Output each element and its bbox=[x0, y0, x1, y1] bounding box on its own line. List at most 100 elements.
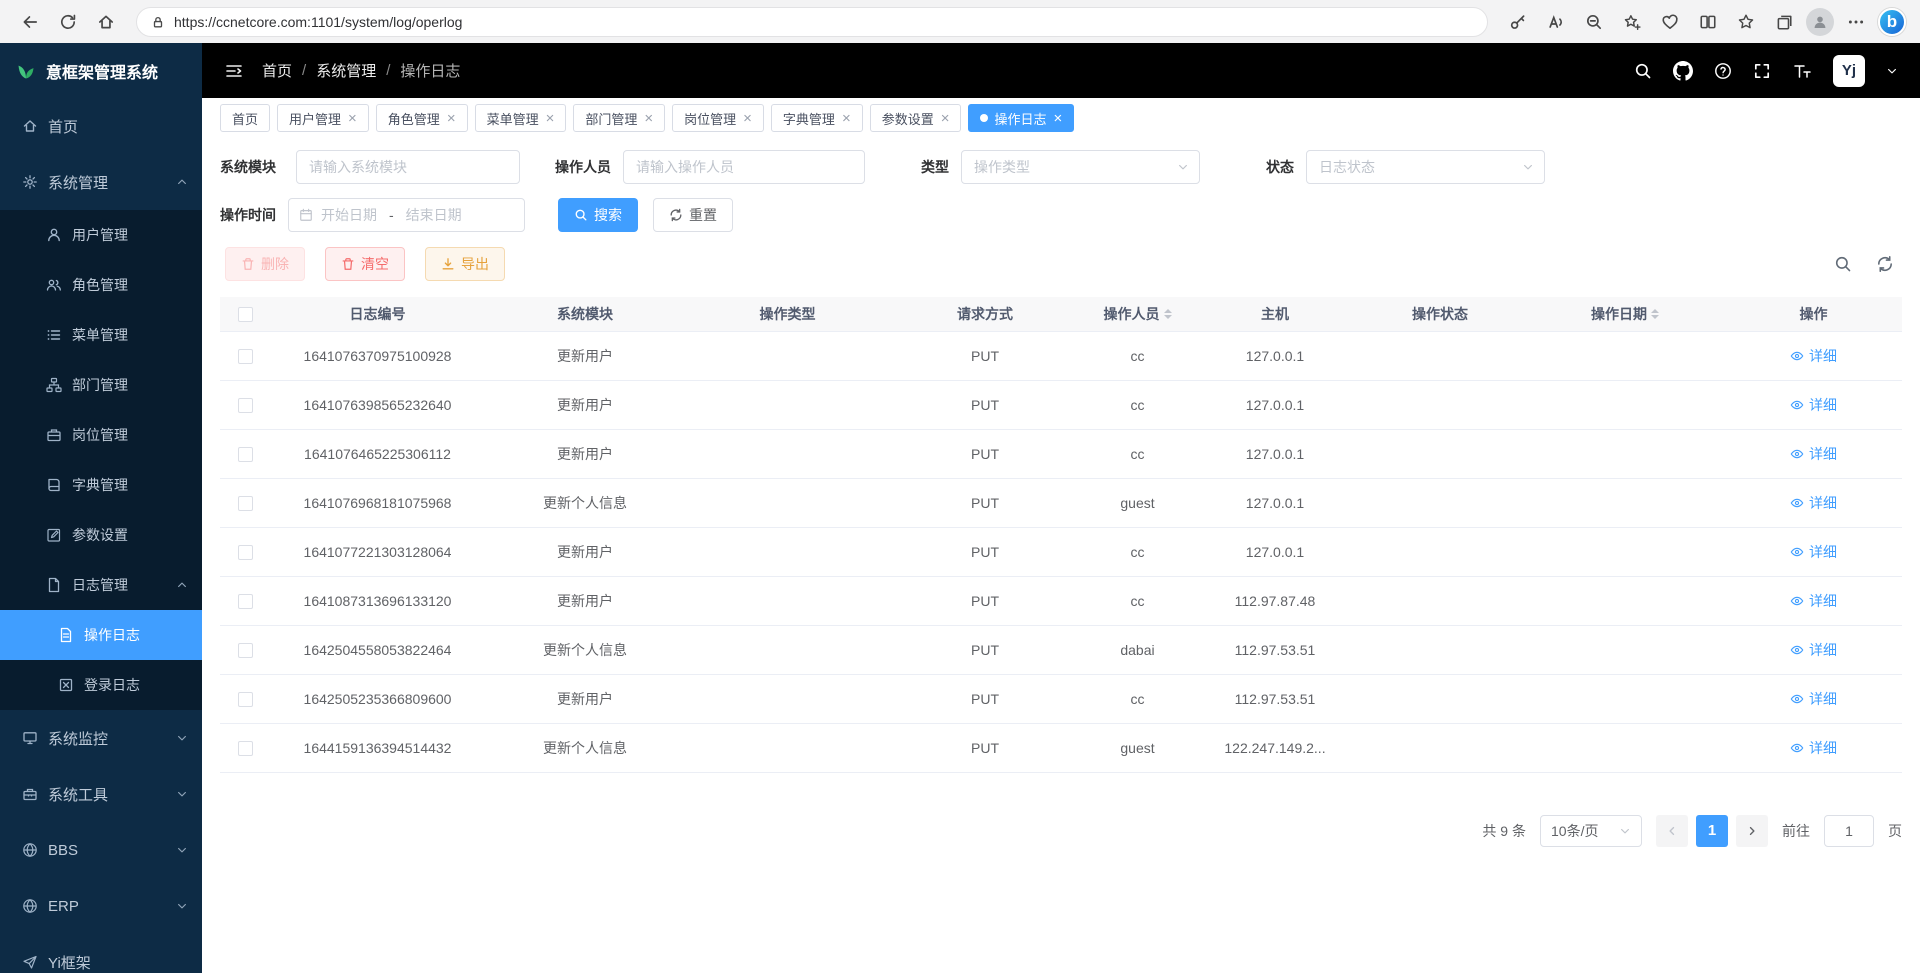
next-page-button[interactable] bbox=[1736, 815, 1768, 847]
row-checkbox[interactable] bbox=[238, 692, 253, 707]
sidebar-item-role[interactable]: 角色管理 bbox=[0, 260, 202, 310]
breadcrumb-system[interactable]: 系统管理 bbox=[316, 60, 376, 81]
detail-link[interactable]: 详细 bbox=[1790, 493, 1837, 513]
status-select[interactable]: 日志状态 bbox=[1306, 150, 1545, 184]
sidebar-item-menu[interactable]: 菜单管理 bbox=[0, 310, 202, 360]
clear-button[interactable]: 清空 bbox=[325, 247, 405, 281]
tab-role[interactable]: 角色管理× bbox=[376, 104, 468, 132]
row-checkbox[interactable] bbox=[238, 594, 253, 609]
cell-op-type bbox=[685, 478, 890, 527]
detail-link[interactable]: 详细 bbox=[1790, 689, 1837, 709]
tab-menu[interactable]: 菜单管理× bbox=[475, 104, 567, 132]
detail-link[interactable]: 详细 bbox=[1790, 591, 1837, 611]
detail-link[interactable]: 详细 bbox=[1790, 640, 1837, 660]
page-size-select[interactable]: 10条/页 bbox=[1540, 815, 1642, 847]
close-icon[interactable]: × bbox=[447, 111, 456, 126]
close-icon[interactable]: × bbox=[743, 111, 752, 126]
collections-icon[interactable] bbox=[1768, 6, 1800, 38]
fullscreen-icon[interactable] bbox=[1753, 62, 1771, 80]
date-range-picker[interactable]: 开始日期 - 结束日期 bbox=[288, 198, 525, 232]
export-button[interactable]: 导出 bbox=[425, 247, 505, 281]
operator-input[interactable] bbox=[623, 150, 865, 184]
profile-avatar-icon[interactable] bbox=[1806, 8, 1834, 36]
tab-dept[interactable]: 部门管理× bbox=[573, 104, 665, 132]
sidebar-item-monitor[interactable]: 系统监控 bbox=[0, 710, 202, 766]
detail-link[interactable]: 详细 bbox=[1790, 738, 1837, 758]
close-icon[interactable]: × bbox=[1054, 111, 1063, 126]
search-icon[interactable] bbox=[1634, 62, 1652, 80]
back-icon[interactable] bbox=[14, 6, 46, 38]
close-icon[interactable]: × bbox=[348, 111, 357, 126]
zoom-out-icon[interactable] bbox=[1578, 6, 1610, 38]
row-checkbox[interactable] bbox=[238, 643, 253, 658]
read-aloud-icon[interactable] bbox=[1540, 6, 1572, 38]
sidebar-item-home[interactable]: 首页 bbox=[0, 98, 202, 154]
col-date[interactable]: 操作日期 bbox=[1525, 297, 1725, 331]
type-select[interactable]: 操作类型 bbox=[961, 150, 1200, 184]
row-checkbox[interactable] bbox=[238, 545, 253, 560]
sidebar-item-system[interactable]: 系统管理 bbox=[0, 154, 202, 210]
close-icon[interactable]: × bbox=[644, 111, 653, 126]
split-screen-icon[interactable] bbox=[1692, 6, 1724, 38]
tab-post[interactable]: 岗位管理× bbox=[672, 104, 764, 132]
row-checkbox[interactable] bbox=[238, 496, 253, 511]
search-button[interactable]: 搜索 bbox=[558, 198, 638, 232]
menu-collapse-icon[interactable] bbox=[224, 61, 244, 81]
sidebar-item-bbs[interactable]: BBS bbox=[0, 822, 202, 878]
goto-page-input[interactable] bbox=[1824, 815, 1874, 847]
key-icon[interactable] bbox=[1502, 6, 1534, 38]
sidebar-item-loginlog[interactable]: 登录日志 bbox=[0, 660, 202, 710]
bing-icon[interactable]: b bbox=[1878, 8, 1906, 36]
select-all-checkbox[interactable] bbox=[238, 307, 253, 322]
module-input[interactable] bbox=[296, 150, 520, 184]
address-bar[interactable]: https://ccnetcore.com:1101/system/log/op… bbox=[136, 7, 1488, 37]
row-checkbox[interactable] bbox=[238, 741, 253, 756]
sidebar-item-erp[interactable]: ERP bbox=[0, 878, 202, 934]
page-number-1[interactable]: 1 bbox=[1696, 815, 1728, 847]
delete-button[interactable]: 删除 bbox=[225, 247, 305, 281]
row-checkbox[interactable] bbox=[238, 447, 253, 462]
close-icon[interactable]: × bbox=[842, 111, 851, 126]
detail-link[interactable]: 详细 bbox=[1790, 444, 1837, 464]
more-options-icon[interactable] bbox=[1840, 6, 1872, 38]
row-checkbox[interactable] bbox=[238, 398, 253, 413]
github-icon[interactable] bbox=[1673, 61, 1693, 81]
sort-caret-icons[interactable] bbox=[1164, 305, 1172, 323]
sidebar-item-log[interactable]: 日志管理 bbox=[0, 560, 202, 610]
sidebar-item-param[interactable]: 参数设置 bbox=[0, 510, 202, 560]
tab-dict[interactable]: 字典管理× bbox=[771, 104, 863, 132]
row-checkbox[interactable] bbox=[238, 349, 253, 364]
detail-link[interactable]: 详细 bbox=[1790, 395, 1837, 415]
refresh-icon[interactable] bbox=[52, 6, 84, 38]
sidebar-item-dept[interactable]: 部门管理 bbox=[0, 360, 202, 410]
home-icon[interactable] bbox=[90, 6, 122, 38]
tab-user[interactable]: 用户管理× bbox=[277, 104, 369, 132]
chevron-down-icon[interactable] bbox=[1886, 65, 1898, 77]
col-operator[interactable]: 操作人员 bbox=[1080, 297, 1195, 331]
sidebar-item-post[interactable]: 岗位管理 bbox=[0, 410, 202, 460]
browser-essentials-icon[interactable] bbox=[1654, 6, 1686, 38]
reset-button[interactable]: 重置 bbox=[653, 198, 733, 232]
favorites-icon[interactable] bbox=[1730, 6, 1762, 38]
prev-page-button[interactable] bbox=[1656, 815, 1688, 847]
tab-param[interactable]: 参数设置× bbox=[870, 104, 962, 132]
font-size-icon[interactable] bbox=[1792, 61, 1812, 81]
tab-operlog[interactable]: 操作日志× bbox=[968, 104, 1074, 132]
sidebar-item-dict[interactable]: 字典管理 bbox=[0, 460, 202, 510]
detail-link[interactable]: 详细 bbox=[1790, 542, 1837, 562]
detail-link[interactable]: 详细 bbox=[1790, 346, 1837, 366]
sort-caret-icons[interactable] bbox=[1651, 305, 1659, 323]
search-toggle-icon[interactable] bbox=[1834, 255, 1852, 273]
user-avatar[interactable]: Yj bbox=[1833, 55, 1865, 87]
sidebar-item-user[interactable]: 用户管理 bbox=[0, 210, 202, 260]
sidebar-item-tools[interactable]: 系统工具 bbox=[0, 766, 202, 822]
close-icon[interactable]: × bbox=[941, 111, 950, 126]
breadcrumb-home[interactable]: 首页 bbox=[262, 60, 292, 81]
refresh-table-icon[interactable] bbox=[1876, 255, 1894, 273]
sidebar-item-operlog[interactable]: 操作日志 bbox=[0, 610, 202, 660]
help-icon[interactable] bbox=[1714, 62, 1732, 80]
add-favorite-icon[interactable] bbox=[1616, 6, 1648, 38]
close-icon[interactable]: × bbox=[546, 111, 555, 126]
sidebar-item-yi-framework[interactable]: Yi框架 bbox=[0, 934, 202, 973]
tab-home[interactable]: 首页 bbox=[220, 104, 270, 132]
